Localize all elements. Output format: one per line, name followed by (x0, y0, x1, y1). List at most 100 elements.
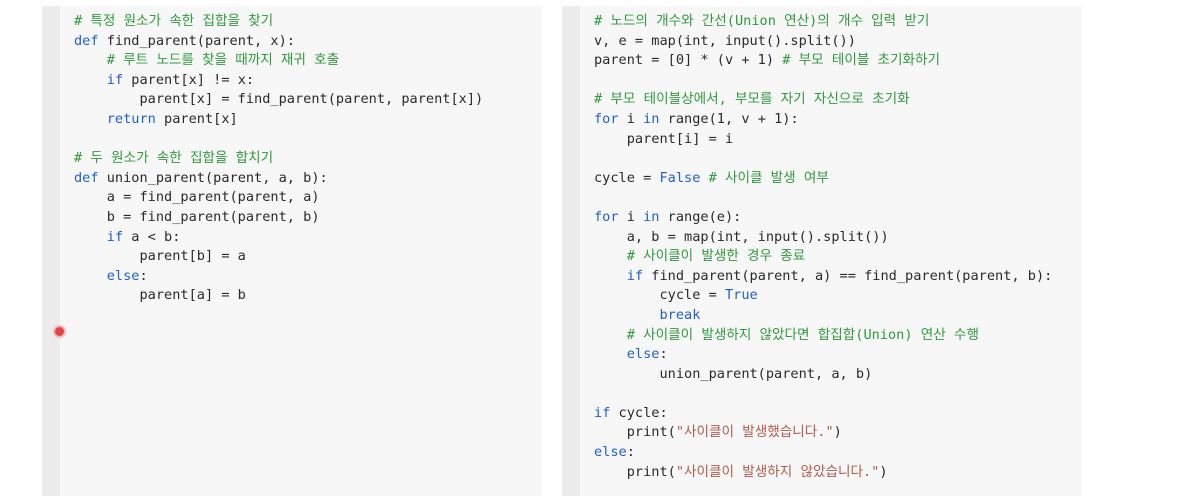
code-token: # 사이클 발생 여부 (708, 169, 829, 186)
code-line[interactable] (594, 149, 1052, 169)
code-line[interactable]: else: (594, 443, 1052, 463)
code-line[interactable]: # 두 원소가 속한 집합을 합치기 (74, 149, 483, 169)
code-token: : (626, 444, 635, 461)
code-line[interactable]: union_parent(parent, a, b) (594, 365, 1052, 385)
code-line[interactable]: v, e = map(int, input().split()) (594, 32, 1052, 52)
code-line[interactable]: for i in range(e): (594, 208, 1052, 228)
code-token: parent[x] (155, 110, 238, 127)
code-token: else (106, 267, 140, 284)
code-token: v, e = map(int, input().split()) (594, 32, 856, 49)
code-line[interactable]: else: (594, 345, 1052, 365)
code-line[interactable] (594, 384, 1052, 404)
code-token: def (74, 169, 99, 186)
code-line[interactable]: cycle = True (594, 286, 1052, 306)
code-token: parent = [0] * (v + 1) (594, 52, 783, 69)
code-token: : (139, 267, 148, 284)
code-token: : (659, 346, 668, 363)
code-token: cycle: (610, 404, 668, 421)
code-line[interactable]: # 노드의 개수와 간선(Union 연산)의 개수 입력 받기 (594, 12, 1052, 32)
code-token: a = find_parent(parent, a) (74, 189, 320, 206)
code-line[interactable]: break (594, 306, 1052, 326)
code-token: "사이클이 발생했습니다." (675, 424, 834, 441)
code-token: # 사이클이 발생한 경우 종료 (626, 248, 806, 265)
code-token: ) (879, 463, 888, 480)
code-token: cycle = (594, 169, 660, 186)
code-line[interactable]: parent[a] = b (74, 286, 483, 306)
code-line[interactable]: parent = [0] * (v + 1) # 부모 테이블 초기화하기 (594, 51, 1052, 71)
code-token: if (594, 404, 611, 421)
right-code-panel[interactable]: # 노드의 개수와 간선(Union 연산)의 개수 입력 받기 v, e = m… (562, 6, 1082, 496)
code-line[interactable]: if find_parent(parent, a) == find_parent… (594, 267, 1053, 287)
code-line[interactable]: print("사이클이 발생하지 않았습니다.") (594, 463, 1052, 483)
code-line[interactable]: # 사이클이 발생하지 않았다면 합집합(Union) 연산 수행 (594, 326, 1052, 346)
code-line[interactable]: a, b = map(int, input().split()) (594, 228, 1052, 248)
code-line[interactable]: parent[i] = i (594, 130, 1052, 150)
code-token: parent[a] = b (74, 287, 246, 304)
code-line[interactable]: # 특정 원소가 속한 집합을 찾기 (74, 12, 483, 32)
code-token: parent[x] = find_parent(parent, parent[x… (74, 91, 484, 108)
right-code-block[interactable]: # 노드의 개수와 간선(Union 연산)의 개수 입력 받기 v, e = m… (594, 12, 1052, 482)
code-token: range(e): (659, 208, 742, 225)
code-token: "사이클이 발생하지 않았습니다." (675, 463, 880, 480)
code-line[interactable]: else: (74, 267, 483, 287)
code-token: else (594, 444, 627, 461)
code-token: print( (594, 463, 676, 480)
code-token: parent[b] = a (74, 248, 246, 265)
code-line[interactable] (74, 130, 483, 150)
code-token: if (626, 267, 644, 284)
code-token: # 특정 원소가 속한 집합을 찾기 (74, 13, 274, 29)
left-gutter[interactable] (42, 6, 60, 496)
right-gutter[interactable] (562, 6, 580, 496)
code-token: return (106, 110, 156, 127)
code-line[interactable]: if a < b: (74, 228, 483, 248)
code-token: # 부모 테이블상에서, 부모를 자기 자신으로 초기화 (594, 91, 910, 108)
code-line[interactable]: for i in range(1, v + 1): (594, 110, 1052, 130)
code-token: for (594, 110, 619, 127)
code-token: def (74, 32, 99, 49)
code-token: for (594, 208, 619, 225)
code-line[interactable]: cycle = False # 사이클 발생 여부 (594, 169, 1052, 189)
code-token: i (618, 110, 644, 127)
code-token: True (724, 287, 758, 304)
code-token: cycle = (594, 287, 725, 304)
code-line[interactable]: def find_parent(parent, x): (74, 32, 483, 52)
code-token: find_parent(parent, a) == find_parent(pa… (643, 267, 1053, 284)
breakpoint-marker-icon[interactable] (53, 325, 66, 338)
code-token: # 노드의 개수와 간선(Union 연산)의 개수 입력 받기 (594, 13, 930, 29)
code-token: union_parent(parent, a, b) (594, 365, 873, 382)
code-token: parent[i] = i (594, 130, 734, 147)
code-line[interactable]: return parent[x] (74, 110, 483, 130)
code-token: in (643, 208, 660, 225)
code-line[interactable]: parent[x] = find_parent(parent, parent[x… (74, 90, 483, 110)
code-line[interactable]: # 부모 테이블상에서, 부모를 자기 자신으로 초기화 (594, 90, 1052, 110)
left-code-block[interactable]: # 특정 원소가 속한 집합을 찾기 def find_parent(parent… (74, 12, 483, 306)
code-line[interactable] (594, 71, 1052, 91)
code-token: # 사이클이 발생하지 않았다면 합집합(Union) 연산 수행 (626, 326, 979, 343)
code-line[interactable]: parent[b] = a (74, 247, 483, 267)
code-line[interactable]: def union_parent(parent, a, b): (74, 169, 483, 189)
code-token: False (659, 169, 701, 186)
code-token: if (106, 71, 124, 88)
code-token: parent[x] != x: (123, 71, 255, 88)
code-line[interactable]: if parent[x] != x: (74, 71, 483, 91)
code-token: # 부모 테이블 초기화하기 (782, 52, 941, 69)
code-line[interactable]: a = find_parent(parent, a) (74, 188, 483, 208)
code-line[interactable]: b = find_parent(parent, b) (74, 208, 483, 228)
code-line[interactable]: print("사이클이 발생했습니다.") (594, 423, 1052, 443)
code-token: # 두 원소가 속한 집합을 합치기 (74, 150, 274, 167)
left-code-panel[interactable]: # 특정 원소가 속한 집합을 찾기 def find_parent(parent… (42, 6, 542, 496)
code-line[interactable]: if cycle: (594, 404, 1052, 424)
code-line[interactable]: # 루트 노드를 찾을 때까지 재귀 호출 (74, 51, 483, 71)
code-token: a < b: (123, 228, 181, 245)
code-line[interactable] (594, 188, 1052, 208)
code-line[interactable]: # 사이클이 발생한 경우 종료 (594, 247, 1052, 267)
code-token: i (618, 208, 644, 225)
code-token: in (643, 110, 660, 127)
